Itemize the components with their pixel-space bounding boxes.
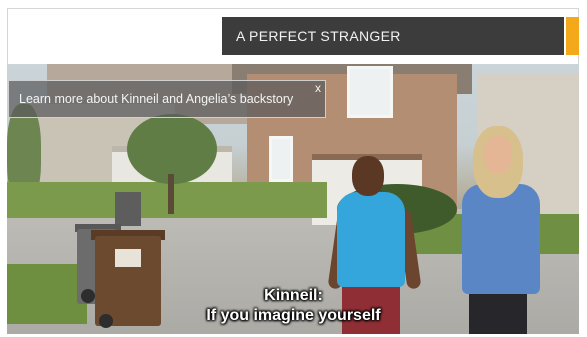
bin-sticker xyxy=(115,249,141,267)
caption-line: If you imagine yourself xyxy=(206,307,381,324)
tree-trunk xyxy=(168,174,174,214)
window xyxy=(269,136,293,182)
close-icon[interactable]: x xyxy=(315,81,321,95)
person-kinneil xyxy=(337,192,405,287)
page-title-text: A PERFECT STRANGER xyxy=(236,28,401,44)
page-title: A PERFECT STRANGER xyxy=(222,17,564,55)
recycling-bin-small xyxy=(115,192,141,226)
window xyxy=(347,66,393,118)
accent-stripe xyxy=(566,17,579,55)
backstory-popup[interactable]: Learn more about Kinneil and Angelia’s b… xyxy=(8,80,326,118)
person-angelia-face xyxy=(484,136,512,174)
lawn-left xyxy=(7,182,327,218)
person-kinneil-head xyxy=(352,156,384,196)
backstory-link[interactable]: Learn more about Kinneil and Angelia’s b… xyxy=(19,92,293,106)
caption-speaker: Kinneil: xyxy=(264,287,323,304)
person-angelia xyxy=(462,184,540,294)
